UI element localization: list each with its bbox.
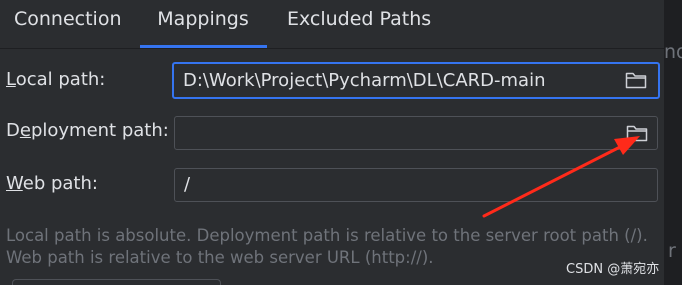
tab-connection[interactable]: Connection xyxy=(14,0,122,48)
local-path-label: Local path: xyxy=(6,69,105,90)
web-path-field[interactable]: / xyxy=(174,168,658,202)
deployment-mappings-panel: Connection Mappings Excluded Paths nd r … xyxy=(0,0,682,285)
tab-mappings[interactable]: Mappings xyxy=(140,0,266,48)
web-path-label: Web path: xyxy=(6,173,98,194)
adjacent-panel-text-top: nd xyxy=(664,41,682,63)
folder-icon[interactable] xyxy=(626,124,648,142)
path-hint-local: Local path is absolute. Deployment path … xyxy=(6,226,648,245)
web-path-label-text: eb path: xyxy=(22,173,98,194)
local-path-value: D:\Work\Project\Pycharm\DL\CARD-main xyxy=(183,70,546,91)
tab-bar: Connection Mappings Excluded Paths xyxy=(0,0,664,49)
deployment-path-label-prefix: D xyxy=(6,120,20,141)
deployment-path-field[interactable] xyxy=(174,116,658,150)
active-tab-indicator xyxy=(140,45,267,48)
watermark: CSDN @萧宛亦 xyxy=(566,262,660,277)
path-hint-web: Web path is relative to the web server U… xyxy=(6,248,434,267)
deployment-path-label-text: ployment path: xyxy=(30,120,169,141)
folder-icon[interactable] xyxy=(625,71,647,89)
adjacent-panel-text-bottom: r xyxy=(668,240,676,262)
deployment-path-mnemonic: e xyxy=(19,120,31,141)
web-path-mnemonic: W xyxy=(6,173,23,194)
local-path-label-text: ocal path: xyxy=(15,69,106,90)
web-path-value: / xyxy=(184,174,191,195)
local-path-mnemonic: L xyxy=(6,69,16,90)
tab-excluded-paths[interactable]: Excluded Paths xyxy=(287,0,431,48)
deployment-path-label: Deployment path: xyxy=(6,120,169,141)
partially-visible-button[interactable] xyxy=(12,279,221,285)
local-path-field[interactable]: D:\Work\Project\Pycharm\DL\CARD-main xyxy=(172,62,660,99)
